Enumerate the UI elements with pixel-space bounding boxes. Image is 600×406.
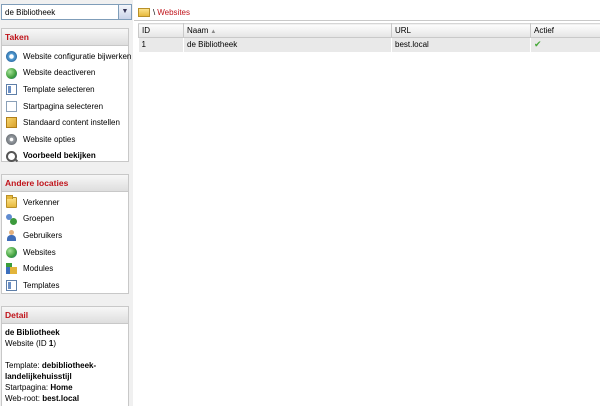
site-select-value: de Bibliotheek xyxy=(5,8,56,17)
column-url[interactable]: URL xyxy=(391,23,531,38)
detail-webroot: Web-root: best.local xyxy=(5,394,80,403)
task-website-deactiveren[interactable]: Website deactiveren xyxy=(2,65,128,82)
cell-url: best.local xyxy=(391,37,531,52)
breadcrumb: \ Websites xyxy=(138,5,190,19)
task-template-selecteren[interactable]: Template selecteren xyxy=(2,81,128,98)
modules-icon xyxy=(6,263,17,275)
taken-title: Taken xyxy=(2,29,128,46)
template-icon xyxy=(6,84,17,96)
location-verkenner[interactable]: Verkenner xyxy=(2,194,128,211)
location-gebruikers[interactable]: Gebruikers xyxy=(2,227,128,244)
cell-actief: ✔ xyxy=(530,37,600,52)
location-websites[interactable]: Websites xyxy=(2,244,128,261)
left-panel: de Bibliotheek ▼ Taken Website configura… xyxy=(0,0,133,406)
websites-grid: ID Naam ▲ URL Actief 1 de Bibliotheek bes… xyxy=(138,23,600,52)
task-website-opties[interactable]: Website opties xyxy=(2,131,128,148)
location-modules[interactable]: Modules xyxy=(2,260,128,277)
location-groepen[interactable]: Groepen xyxy=(2,211,128,228)
site-select[interactable]: de Bibliotheek ▼ xyxy=(1,4,132,20)
globe-icon xyxy=(6,246,17,258)
column-actief[interactable]: Actief xyxy=(530,23,600,38)
andere-title: Andere locaties xyxy=(2,175,128,192)
detail-template: Template: debibliotheek-landelijkehuisst… xyxy=(5,361,97,381)
detail-type: Website (ID 1) xyxy=(5,339,56,348)
task-startpagina-selecteren[interactable]: Startpagina selecteren xyxy=(2,98,128,115)
template-icon xyxy=(6,279,17,291)
column-naam[interactable]: Naam ▲ xyxy=(183,23,392,38)
page-icon xyxy=(6,100,17,112)
detail-title: Detail xyxy=(2,307,128,324)
users-icon xyxy=(6,213,17,225)
column-id[interactable]: ID xyxy=(138,23,184,38)
box-icon xyxy=(6,117,17,129)
detail-body: de Bibliotheek Website (ID 1) Template: … xyxy=(2,324,128,406)
divider xyxy=(134,20,600,21)
task-website-configuratie[interactable]: Website configuratie bijwerken xyxy=(2,48,131,65)
breadcrumb-websites[interactable]: Websites xyxy=(157,8,190,17)
folder-icon xyxy=(6,195,17,208)
cell-id: 1 xyxy=(138,37,184,52)
table-row[interactable]: 1 de Bibliotheek best.local ✔ xyxy=(138,37,600,52)
folder-icon xyxy=(138,7,150,17)
detail-startpagina: Startpagina: Home xyxy=(5,383,73,392)
cell-naam: de Bibliotheek xyxy=(183,37,392,52)
globe-icon xyxy=(6,67,17,79)
sort-asc-icon: ▲ xyxy=(210,29,217,35)
detail-name: de Bibliotheek xyxy=(5,328,60,337)
user-icon xyxy=(6,230,17,242)
location-templates[interactable]: Templates xyxy=(2,277,128,294)
andere-locaties-panel: Andere locaties Verkenner Groepen Gebrui… xyxy=(1,174,129,294)
magnifier-icon xyxy=(6,150,17,162)
chevron-down-icon[interactable]: ▼ xyxy=(118,5,131,19)
check-icon: ✔ xyxy=(534,39,542,50)
gear-icon xyxy=(6,51,17,62)
taken-panel: Taken Website configuratie bijwerken Web… xyxy=(1,28,131,165)
task-voorbeeld-bekijken[interactable]: Voorbeeld bekijken xyxy=(2,148,128,165)
task-standaard-content[interactable]: Standaard content instellen xyxy=(2,114,128,131)
cog-icon xyxy=(6,133,17,145)
detail-panel: Detail de Bibliotheek Website (ID 1) Tem… xyxy=(1,306,129,406)
